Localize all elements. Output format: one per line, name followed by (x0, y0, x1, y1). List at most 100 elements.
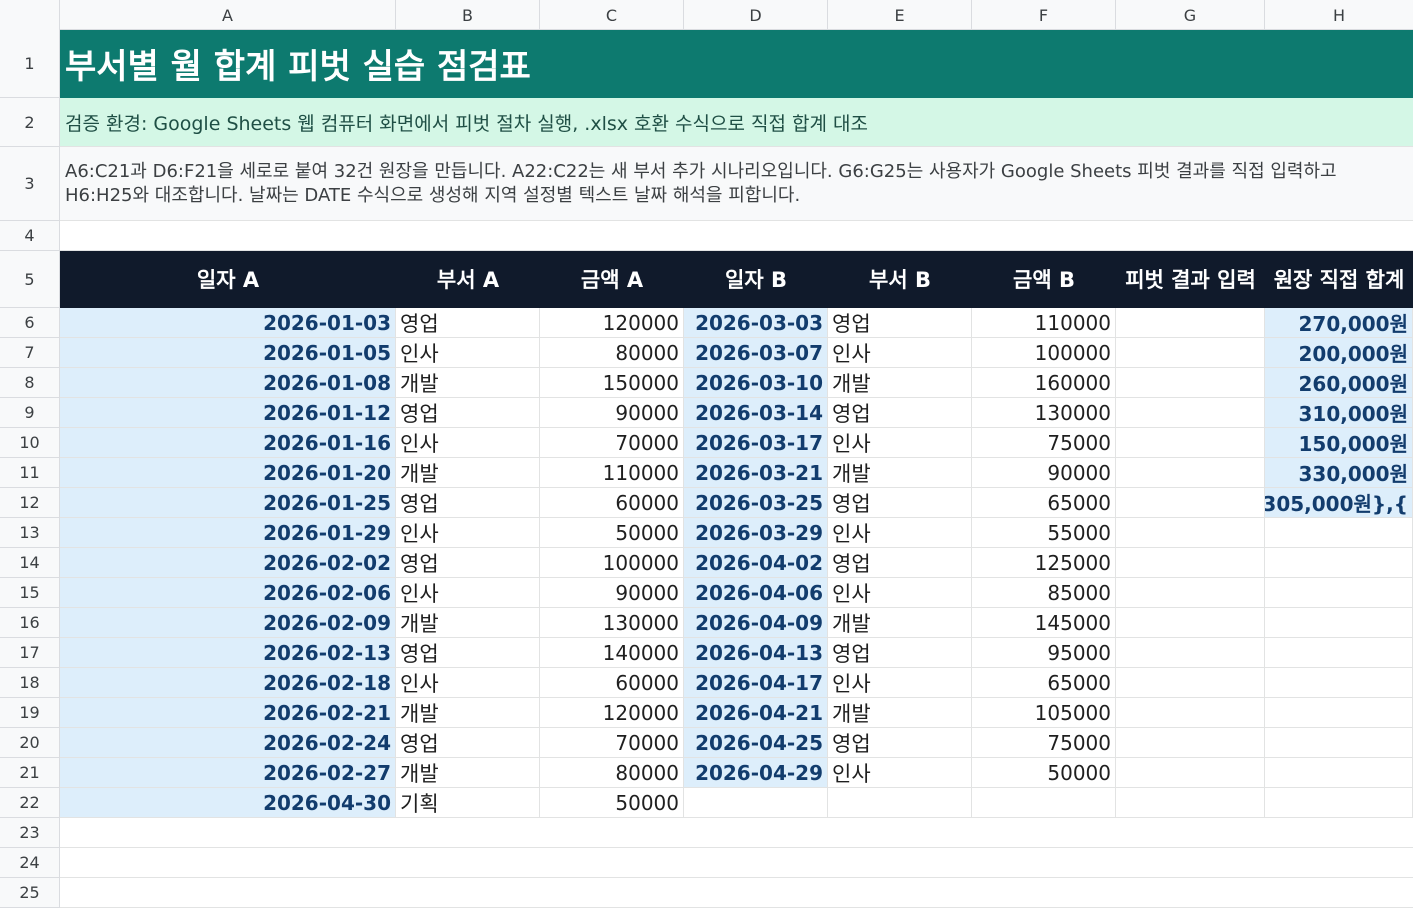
date-b-cell[interactable]: 2026-03-25 (684, 488, 828, 518)
dept-b-cell[interactable]: 인사 (828, 668, 972, 698)
amount-a-cell[interactable]: 80000 (540, 338, 684, 368)
amount-a-cell[interactable]: 110000 (540, 458, 684, 488)
dept-b-cell[interactable]: 영업 (828, 548, 972, 578)
date-a-cell[interactable]: 2026-02-18 (60, 668, 396, 698)
pivot-input-cell[interactable] (1116, 368, 1265, 398)
amount-b-cell[interactable]: 75000 (972, 428, 1116, 458)
date-b-cell[interactable]: 2026-03-03 (684, 308, 828, 338)
dept-b-cell[interactable]: 인사 (828, 758, 972, 788)
dept-a-cell[interactable]: 기획 (396, 788, 540, 818)
pivot-input-cell[interactable] (1116, 698, 1265, 728)
row-number[interactable]: 10 (0, 428, 60, 458)
header-dept-b[interactable]: 부서 B (828, 251, 972, 308)
row-number[interactable]: 15 (0, 578, 60, 608)
column-header-e[interactable]: E (828, 0, 972, 30)
header-amount-b[interactable]: 금액 B (972, 251, 1116, 308)
dept-b-cell[interactable]: 개발 (828, 368, 972, 398)
dept-a-cell[interactable]: 개발 (396, 698, 540, 728)
dept-b-cell[interactable]: 개발 (828, 698, 972, 728)
date-a-cell[interactable]: 2026-02-24 (60, 728, 396, 758)
header-ledger-total[interactable]: 원장 직접 합계 (1265, 251, 1413, 308)
amount-a-cell[interactable]: 90000 (540, 578, 684, 608)
amount-a-cell[interactable]: 70000 (540, 428, 684, 458)
date-b-cell[interactable]: 2026-03-07 (684, 338, 828, 368)
amount-a-cell[interactable]: 120000 (540, 308, 684, 338)
sheet-title[interactable]: 부서별 월 합계 피벗 실습 점검표 (60, 30, 1413, 98)
amount-b-cell[interactable]: 160000 (972, 368, 1116, 398)
amount-a-cell[interactable]: 50000 (540, 788, 684, 818)
row-number[interactable]: 12 (0, 488, 60, 518)
date-a-cell[interactable]: 2026-02-21 (60, 698, 396, 728)
ledger-total-cell[interactable] (1265, 578, 1413, 608)
pivot-input-cell[interactable] (1116, 428, 1265, 458)
ledger-total-cell[interactable] (1265, 638, 1413, 668)
date-a-cell[interactable]: 2026-02-13 (60, 638, 396, 668)
amount-a-cell[interactable]: 60000 (540, 488, 684, 518)
dept-b-cell[interactable]: 인사 (828, 578, 972, 608)
pivot-input-cell[interactable] (1116, 758, 1265, 788)
amount-b-cell[interactable] (972, 788, 1116, 818)
dept-a-cell[interactable]: 인사 (396, 578, 540, 608)
amount-b-cell[interactable]: 145000 (972, 608, 1116, 638)
dept-b-cell[interactable]: 영업 (828, 398, 972, 428)
dept-a-cell[interactable]: 인사 (396, 668, 540, 698)
row-number[interactable]: 23 (0, 818, 60, 848)
pivot-input-cell[interactable] (1116, 788, 1265, 818)
date-a-cell[interactable]: 2026-02-27 (60, 758, 396, 788)
pivot-input-cell[interactable] (1116, 638, 1265, 668)
row-number[interactable]: 18 (0, 668, 60, 698)
row-number[interactable]: 14 (0, 548, 60, 578)
date-a-cell[interactable]: 2026-02-06 (60, 578, 396, 608)
row-number[interactable]: 24 (0, 848, 60, 878)
row-number[interactable]: 20 (0, 728, 60, 758)
amount-a-cell[interactable]: 140000 (540, 638, 684, 668)
pivot-input-cell[interactable] (1116, 548, 1265, 578)
ledger-total-cell[interactable] (1265, 788, 1413, 818)
column-header-b[interactable]: B (396, 0, 540, 30)
row-number[interactable]: 11 (0, 458, 60, 488)
date-a-cell[interactable]: 2026-01-25 (60, 488, 396, 518)
row-number[interactable]: 6 (0, 308, 60, 338)
dept-a-cell[interactable]: 영업 (396, 308, 540, 338)
instructions-note[interactable]: A6:C21과 D6:F21을 세로로 붙여 32건 원장을 만듭니다. A22… (60, 147, 1413, 221)
empty-cell[interactable] (60, 848, 1413, 878)
select-all-corner[interactable] (0, 0, 60, 30)
date-a-cell[interactable]: 2026-01-03 (60, 308, 396, 338)
column-header-a[interactable]: A (60, 0, 396, 30)
date-b-cell[interactable] (684, 788, 828, 818)
pivot-input-cell[interactable] (1116, 578, 1265, 608)
amount-b-cell[interactable]: 125000 (972, 548, 1116, 578)
column-header-c[interactable]: C (540, 0, 684, 30)
dept-b-cell[interactable] (828, 788, 972, 818)
amount-b-cell[interactable]: 110000 (972, 308, 1116, 338)
dept-a-cell[interactable]: 개발 (396, 608, 540, 638)
row-number[interactable]: 21 (0, 758, 60, 788)
amount-b-cell[interactable]: 90000 (972, 458, 1116, 488)
dept-a-cell[interactable]: 개발 (396, 758, 540, 788)
pivot-input-cell[interactable] (1116, 458, 1265, 488)
ledger-total-cell[interactable] (1265, 668, 1413, 698)
row-number[interactable]: 1 (0, 30, 60, 98)
row-number[interactable]: 8 (0, 368, 60, 398)
dept-b-cell[interactable]: 개발 (828, 608, 972, 638)
row-number[interactable]: 13 (0, 518, 60, 548)
ledger-total-cell[interactable] (1265, 758, 1413, 788)
amount-b-cell[interactable]: 100000 (972, 338, 1116, 368)
ledger-total-cell[interactable]: 150,000원 (1265, 428, 1413, 458)
dept-a-cell[interactable]: 인사 (396, 428, 540, 458)
row-number[interactable]: 17 (0, 638, 60, 668)
date-b-cell[interactable]: 2026-04-29 (684, 758, 828, 788)
amount-b-cell[interactable]: 50000 (972, 758, 1116, 788)
date-b-cell[interactable]: 2026-04-09 (684, 608, 828, 638)
date-a-cell[interactable]: 2026-01-12 (60, 398, 396, 428)
amount-b-cell[interactable]: 105000 (972, 698, 1116, 728)
ledger-total-cell[interactable]: 260,000원 (1265, 368, 1413, 398)
amount-b-cell[interactable]: 95000 (972, 638, 1116, 668)
row-number[interactable]: 19 (0, 698, 60, 728)
header-pivot-input[interactable]: 피벗 결과 입력 (1116, 251, 1265, 308)
amount-a-cell[interactable]: 50000 (540, 518, 684, 548)
row-number[interactable]: 22 (0, 788, 60, 818)
pivot-input-cell[interactable] (1116, 518, 1265, 548)
amount-b-cell[interactable]: 65000 (972, 668, 1116, 698)
row-number[interactable]: 16 (0, 608, 60, 638)
